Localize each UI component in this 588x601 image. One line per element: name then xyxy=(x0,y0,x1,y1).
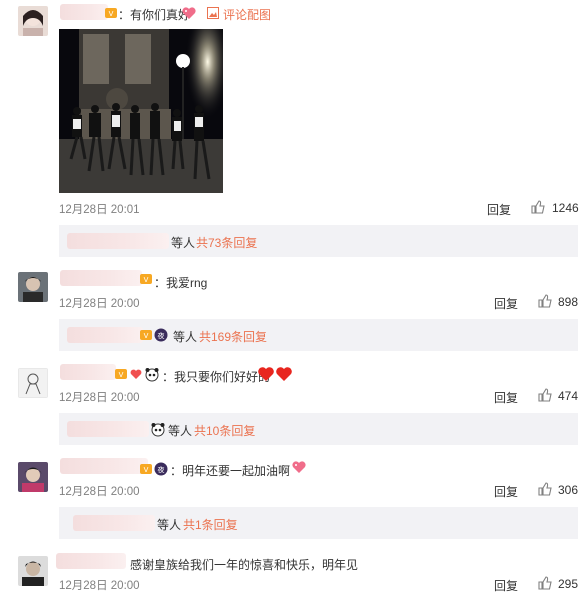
username[interactable] xyxy=(60,4,108,20)
svg-text:V: V xyxy=(109,10,114,18)
sub-reply-suffix: 等人 xyxy=(168,424,193,438)
view-replies-link[interactable]: 共73条回复 xyxy=(196,234,257,251)
comment-text: ：我爱rng xyxy=(154,276,208,290)
vip-badge-icon: V xyxy=(139,272,153,286)
thumbs-up-icon[interactable] xyxy=(538,482,552,496)
night-badge-icon: 夜 xyxy=(154,462,168,479)
heart-sparkle-icon xyxy=(291,459,307,478)
view-replies-link[interactable]: 共169条回复 xyxy=(199,328,267,345)
reply-button[interactable]: 回复 xyxy=(494,389,518,406)
heart-badge-icon xyxy=(129,367,143,384)
comment-time: 12月28日 20:01 xyxy=(59,204,140,216)
comment-time: 12月28日 20:00 xyxy=(59,392,140,404)
reply-button[interactable]: 回复 xyxy=(494,483,518,500)
sub-reply-username[interactable] xyxy=(67,327,143,343)
sub-reply-suffix: 等人 xyxy=(173,330,198,344)
svg-text:夜: 夜 xyxy=(158,331,165,340)
image-icon xyxy=(207,7,219,22)
comment-text: ：明年还要一起加油啊 xyxy=(170,464,291,478)
username[interactable] xyxy=(60,270,142,286)
thumbs-up-icon[interactable] xyxy=(538,388,552,402)
avatar[interactable] xyxy=(18,368,48,398)
like-count[interactable]: 306 xyxy=(558,483,578,497)
comment-time: 12月28日 20:00 xyxy=(59,486,140,498)
comment-text: ：我只要你们好好的 xyxy=(162,370,271,384)
vip-badge-icon: V xyxy=(139,328,153,342)
avatar[interactable] xyxy=(18,272,48,302)
comment-photo[interactable] xyxy=(59,29,223,193)
sub-reply-username[interactable] xyxy=(67,421,149,437)
sub-reply-username[interactable] xyxy=(67,233,169,249)
sub-replies: 等人 共10条回复 xyxy=(59,413,578,445)
two-hearts-icon xyxy=(257,365,293,386)
svg-text:V: V xyxy=(144,466,149,474)
comment-text: ：有你们真好 xyxy=(118,8,191,22)
thumbs-up-icon[interactable] xyxy=(531,200,545,214)
avatar[interactable] xyxy=(18,6,48,36)
sub-reply-suffix: 等人 xyxy=(157,518,182,532)
avatar[interactable] xyxy=(18,556,48,586)
reply-button[interactable]: 回复 xyxy=(494,577,518,594)
comment-time: 12月28日 20:00 xyxy=(59,580,140,592)
like-count[interactable]: 295 xyxy=(558,577,578,591)
svg-text:V: V xyxy=(119,371,124,379)
vip-badge-icon: V xyxy=(139,462,153,476)
view-replies-link[interactable]: 共1条回复 xyxy=(183,516,238,533)
comment-time: 12月28日 20:00 xyxy=(59,298,140,310)
reply-button[interactable]: 回复 xyxy=(487,201,511,218)
svg-text:夜: 夜 xyxy=(158,465,165,474)
sub-replies: 等人 共1条回复 xyxy=(59,507,578,539)
svg-text:V: V xyxy=(144,332,149,340)
view-replies-link[interactable]: 共10条回复 xyxy=(194,422,255,439)
thumbs-up-icon[interactable] xyxy=(538,576,552,590)
thumbs-up-icon[interactable] xyxy=(538,294,552,308)
like-count[interactable]: 1246 xyxy=(552,201,579,215)
night-badge-icon: 夜 xyxy=(154,328,168,345)
avatar[interactable] xyxy=(18,462,48,492)
comment-text: 感谢皇族给我们一年的惊喜和快乐，明年见 xyxy=(130,558,359,572)
vip-badge-icon: V xyxy=(104,6,118,20)
username[interactable] xyxy=(60,458,148,474)
like-count[interactable]: 898 xyxy=(558,295,578,309)
like-count[interactable]: 474 xyxy=(558,389,578,403)
sub-reply-suffix: 等人 xyxy=(171,236,196,250)
sub-replies: V 夜 等人 共169条回复 xyxy=(59,319,578,351)
sub-replies: 等人 共73条回复 xyxy=(59,225,578,257)
username[interactable] xyxy=(56,553,126,569)
heart-sparkle-icon xyxy=(181,5,197,24)
panda-icon xyxy=(144,366,160,385)
panda-icon xyxy=(150,421,166,440)
username[interactable] xyxy=(60,364,116,380)
comment-image-link[interactable]: 评论配图 xyxy=(223,6,271,23)
svg-text:V: V xyxy=(144,276,149,284)
sub-reply-username[interactable] xyxy=(73,515,155,531)
reply-button[interactable]: 回复 xyxy=(494,295,518,312)
vip-badge-icon: V xyxy=(114,367,128,381)
